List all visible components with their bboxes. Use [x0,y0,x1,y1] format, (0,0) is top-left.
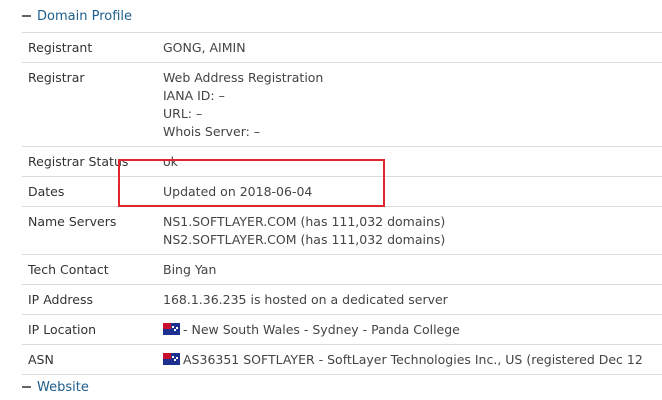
row-key: Registrar Status [22,146,163,177]
table-row: IP Address 168.1.36.235 is hosted on a d… [22,284,662,315]
table-row: Registrar Status ok [22,146,662,177]
minus-icon [22,15,31,17]
row-value: ok [163,146,662,177]
registrant-value: GONG, AIMIN [163,40,246,55]
domain-profile-table: Registrant GONG, AIMIN Registrar Web Add… [22,32,662,375]
row-key: Name Servers [22,206,163,255]
registrar-status-value: ok [163,154,178,169]
registrar-whois-server: Whois Server: – [163,124,261,139]
registrar-iana-id: IANA ID: – [163,88,225,103]
table-row: ASN AS36351 SOFTLAYER - SoftLayer Techno… [22,344,662,375]
table-row: Registrant GONG, AIMIN [22,32,662,63]
row-key: Registrar [22,62,163,147]
row-key: IP Address [22,284,163,315]
row-key: ASN [22,344,163,375]
row-value: - New South Wales - Sydney - Panda Colle… [163,314,662,345]
row-key: Tech Contact [22,254,163,285]
table-row: IP Location - New South Wales - Sydney -… [22,314,662,345]
table-row: Registrar Web Address Registration IANA … [22,62,662,147]
row-key: Registrant [22,32,163,63]
asn-value: AS36351 SOFTLAYER - SoftLayer Technologi… [183,352,643,367]
row-value: AS36351 SOFTLAYER - SoftLayer Technologi… [163,344,662,375]
registrar-name: Web Address Registration [163,70,324,85]
name-server-1: NS1.SOFTLAYER.COM (has 111,032 domains) [163,214,446,229]
row-value: Updated on 2018-06-04 [163,176,662,207]
dates-value: Updated on 2018-06-04 [163,184,313,199]
tech-contact-value: Bing Yan [163,262,217,277]
row-value: NS1.SOFTLAYER.COM (has 111,032 domains) … [163,206,662,255]
australia-flag-icon [163,353,180,365]
table-row: Name Servers NS1.SOFTLAYER.COM (has 111,… [22,206,662,255]
ip-address-value: 168.1.36.235 is hosted on a dedicated se… [163,292,448,307]
website-title: Website [37,379,89,395]
australia-flag-icon [163,323,180,335]
row-value: Bing Yan [163,254,662,285]
row-value: Web Address Registration IANA ID: – URL:… [163,62,662,147]
row-value: 168.1.36.235 is hosted on a dedicated se… [163,284,662,315]
website-header[interactable]: Website [22,377,89,397]
domain-profile-header[interactable]: Domain Profile [22,6,132,26]
row-key: IP Location [22,314,163,345]
ip-location-value: - New South Wales - Sydney - Panda Colle… [183,322,460,337]
row-value: GONG, AIMIN [163,32,662,63]
row-key: Dates [22,176,163,207]
domain-profile-title: Domain Profile [37,8,132,24]
table-row: Tech Contact Bing Yan [22,254,662,285]
registrar-url: URL: – [163,106,203,121]
table-row: Dates Updated on 2018-06-04 [22,176,662,207]
name-server-2: NS2.SOFTLAYER.COM (has 111,032 domains) [163,232,446,247]
minus-icon [22,386,31,388]
